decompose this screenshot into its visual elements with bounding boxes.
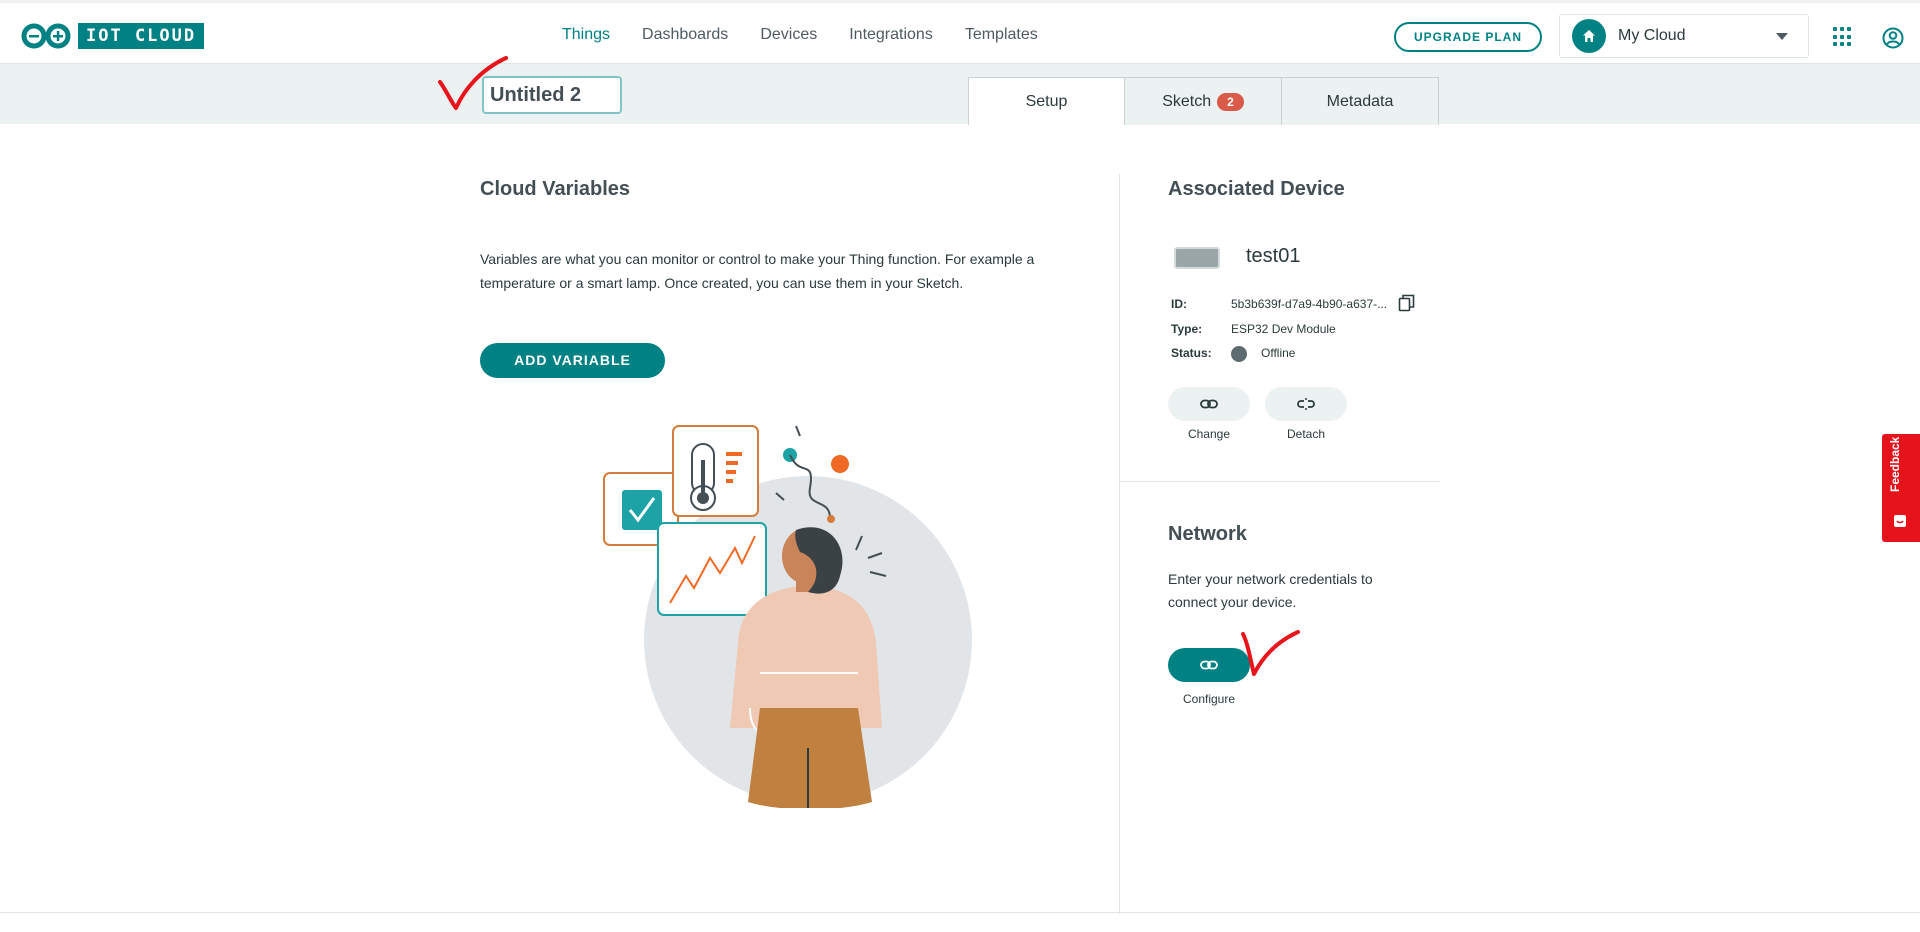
add-variable-button[interactable]: ADD VARIABLE (480, 343, 665, 378)
main-nav: Things Dashboards Devices Integrations T… (546, 3, 1054, 67)
nav-dashboards[interactable]: Dashboards (626, 3, 744, 67)
annotation-checkmark (1241, 630, 1300, 676)
device-status-label: Status: (1171, 346, 1212, 360)
arduino-infinity-icon (21, 23, 71, 49)
change-label: Change (1187, 427, 1231, 441)
network-description: Enter your network credentials to connec… (1168, 571, 1373, 610)
feedback-tab[interactable]: Feedback (1882, 434, 1920, 542)
detach-device-button[interactable] (1265, 387, 1347, 421)
change-device-button[interactable] (1168, 387, 1250, 421)
nav-templates[interactable]: Templates (949, 3, 1054, 67)
configure-network-button[interactable] (1168, 648, 1250, 682)
device-id-value: 5b3b639f-d7a9-4b90-a637-... (1231, 297, 1388, 311)
footer-divider (0, 912, 1920, 913)
thing-tabs: Setup Sketch 2 Metadata (968, 77, 1439, 125)
status-offline-dot (1231, 346, 1247, 362)
nav-devices[interactable]: Devices (744, 3, 833, 67)
link-icon (1200, 660, 1218, 670)
associated-device-title: Associated Device (1168, 178, 1345, 200)
nav-integrations[interactable]: Integrations (833, 3, 949, 67)
device-id-label: ID: (1171, 297, 1187, 311)
tab-metadata-label: Metadata (1326, 92, 1394, 110)
column-divider (1119, 174, 1120, 914)
thing-header-bar (0, 64, 1920, 124)
tab-setup[interactable]: Setup (968, 77, 1125, 125)
device-status-value: Offline (1261, 346, 1296, 360)
link-icon (1200, 399, 1218, 409)
feedback-label: Feedback (1888, 436, 1902, 492)
chevron-down-icon (1776, 33, 1788, 40)
user-account-icon[interactable] (1882, 27, 1904, 49)
copy-icon[interactable] (1398, 294, 1416, 312)
device-type-value: ESP32 Dev Module (1231, 322, 1336, 336)
nav-things[interactable]: Things (546, 3, 627, 67)
cloud-variables-description: Variables are what you can monitor or co… (480, 251, 1035, 291)
apps-grid-icon[interactable] (1833, 27, 1853, 47)
device-board-icon (1174, 247, 1220, 269)
arduino-logo[interactable]: IOT CLOUD (20, 23, 205, 49)
top-bar: IOT CLOUD Things Dashboards Devices Inte… (0, 0, 1920, 67)
chat-icon (1894, 515, 1906, 527)
configure-label: Configure (1182, 692, 1236, 706)
upgrade-plan-button[interactable]: UPGRADE PLAN (1394, 22, 1542, 52)
logo-text: IOT CLOUD (78, 23, 205, 49)
unlink-icon (1297, 398, 1315, 410)
thing-name-input[interactable]: Untitled 2 (482, 76, 622, 114)
section-divider (1120, 481, 1440, 482)
tab-sketch[interactable]: Sketch 2 (1125, 77, 1282, 125)
home-icon (1572, 19, 1606, 53)
device-type-label: Type: (1171, 322, 1203, 336)
space-name: My Cloud (1618, 27, 1686, 44)
tab-sketch-label: Sketch (1162, 92, 1212, 110)
sketch-badge: 2 (1217, 92, 1244, 111)
empty-state-illustration (603, 425, 972, 808)
device-name: test01 (1246, 245, 1301, 267)
detach-label: Detach (1286, 427, 1326, 441)
network-title: Network (1168, 523, 1247, 545)
tab-metadata[interactable]: Metadata (1282, 77, 1439, 125)
tab-setup-label: Setup (1025, 92, 1068, 110)
cloud-variables-title: Cloud Variables (480, 178, 631, 200)
space-selector[interactable]: My Cloud (1559, 14, 1809, 58)
